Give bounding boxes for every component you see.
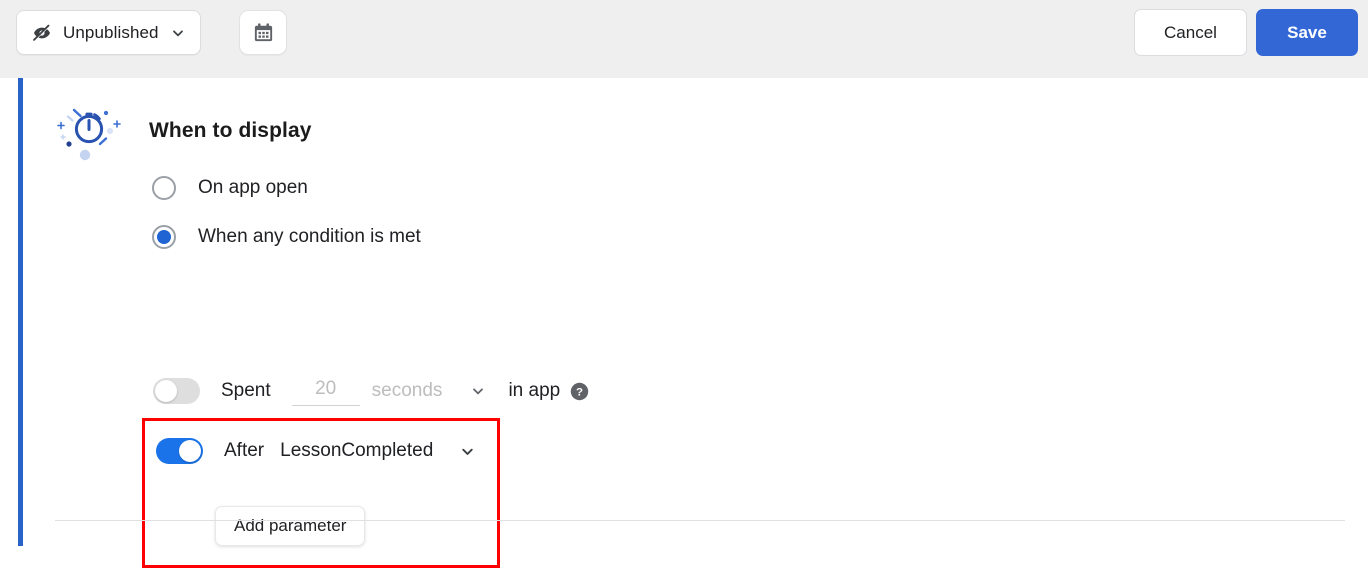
- condition-suffix-in-app: in app: [508, 380, 561, 401]
- radio-indicator-unselected: [152, 176, 176, 200]
- radio-when-any-condition[interactable]: When any condition is met: [152, 225, 421, 249]
- toggle-spent-condition[interactable]: [153, 378, 200, 404]
- top-toolbar: Unpublished Cancel Save: [0, 0, 1368, 78]
- condition-spent-in-app: Spent seconds in app ?: [153, 376, 589, 406]
- spent-duration-input[interactable]: [291, 376, 360, 406]
- toggle-knob: [155, 380, 177, 402]
- spent-unit-dropdown[interactable]: seconds: [372, 380, 487, 402]
- publish-status-dropdown[interactable]: Unpublished: [16, 10, 201, 55]
- section-header: When to display: [52, 100, 312, 162]
- condition-after-event: After LessonCompleted: [156, 438, 476, 464]
- svg-text:?: ?: [576, 386, 583, 398]
- schedule-button[interactable]: [239, 10, 287, 55]
- calendar-icon: [252, 21, 275, 44]
- radio-label-when-any-condition: When any condition is met: [198, 226, 421, 247]
- spent-unit-label: seconds: [371, 380, 443, 401]
- chevron-down-icon[interactable]: [433, 443, 476, 460]
- add-parameter-button[interactable]: Add parameter: [215, 506, 366, 546]
- card-accent-bar: [18, 78, 23, 546]
- section-divider: [55, 520, 1345, 521]
- eye-slash-icon: [32, 23, 52, 43]
- page-title: When to display: [149, 119, 312, 142]
- event-name-label: LessonCompleted: [280, 440, 434, 461]
- publish-status-label: Unpublished: [63, 22, 159, 42]
- cancel-button[interactable]: Cancel: [1134, 9, 1247, 56]
- stopwatch-icon: [52, 100, 126, 162]
- toggle-knob: [179, 440, 201, 462]
- chevron-down-icon: [170, 25, 186, 41]
- when-to-display-card: When to display On app open When any con…: [0, 78, 1368, 568]
- radio-on-app-open[interactable]: On app open: [152, 176, 308, 200]
- chevron-down-icon: [470, 383, 486, 399]
- condition-prefix-spent: Spent: [221, 380, 271, 401]
- toggle-after-event-condition[interactable]: [156, 438, 203, 464]
- save-button[interactable]: Save: [1256, 9, 1358, 56]
- radio-label-on-app-open: On app open: [198, 177, 308, 198]
- radio-indicator-selected: [152, 225, 176, 249]
- help-circle-icon[interactable]: ?: [560, 382, 589, 401]
- condition-prefix-after: After: [224, 440, 265, 461]
